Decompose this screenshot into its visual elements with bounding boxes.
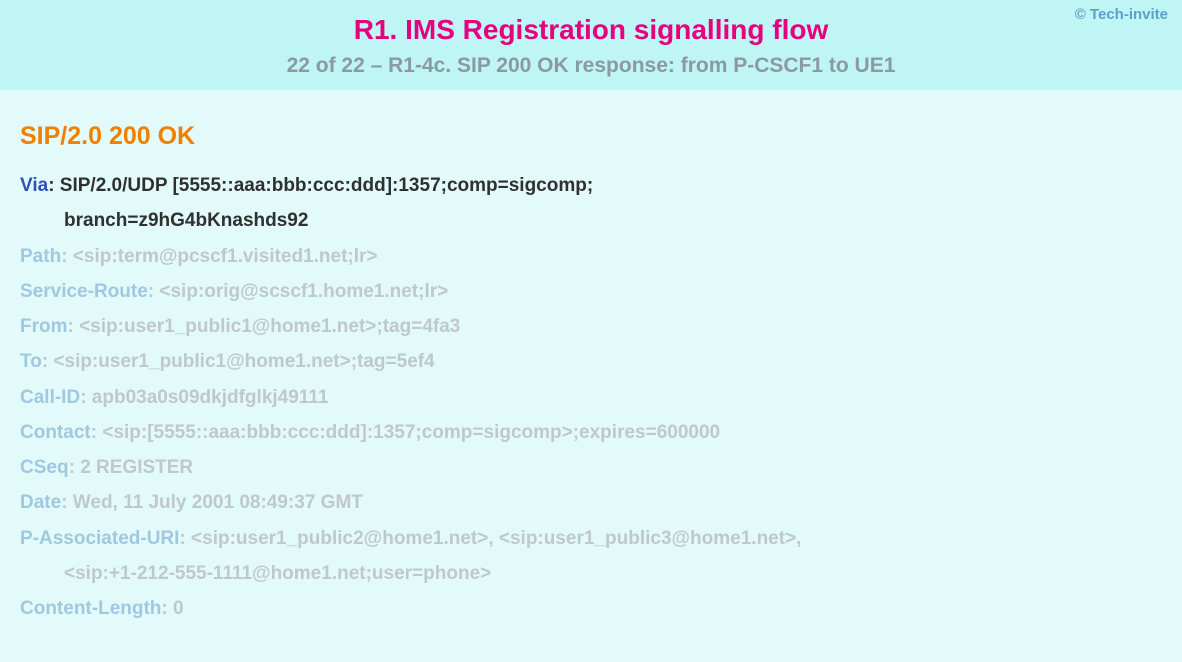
sip-header-separator: : xyxy=(148,281,160,302)
sip-header-name: Contact xyxy=(20,422,91,443)
sip-header-separator: : xyxy=(80,387,92,408)
copyright-label: © Tech-invite xyxy=(1075,6,1168,23)
sip-header-separator: : xyxy=(48,175,60,196)
sip-header-line: From: <sip:user1_public1@home1.net>;tag=… xyxy=(20,310,1162,343)
sip-header-line: Call-ID: apb03a0s09dkjdfglkj49111 xyxy=(20,381,1162,414)
sip-header-name: To xyxy=(20,351,42,372)
sip-header-line: P-Associated-URI: <sip:user1_public2@hom… xyxy=(20,522,1162,555)
sip-header-value: <sip:term@pcscf1.visited1.net;lr> xyxy=(73,246,378,267)
sip-header-line: Content-Length: 0 xyxy=(20,592,1162,625)
sip-header-line: Via: SIP/2.0/UDP [5555::aaa:bbb:ccc:ddd]… xyxy=(20,169,1162,202)
sip-header-name: P-Associated-URI xyxy=(20,528,179,549)
sip-status-line: SIP/2.0 200 OK xyxy=(20,122,1162,151)
sip-headers-list: Via: SIP/2.0/UDP [5555::aaa:bbb:ccc:ddd]… xyxy=(20,169,1162,625)
sip-header-value: 0 xyxy=(173,598,184,619)
sip-header-line: Contact: <sip:[5555::aaa:bbb:ccc:ddd]:13… xyxy=(20,416,1162,449)
sip-header-separator: : xyxy=(161,598,173,619)
sip-header-value: <sip:user1_public2@home1.net>, <sip:user… xyxy=(191,528,801,549)
sip-header-value: <sip:orig@scscf1.home1.net;lr> xyxy=(159,281,448,302)
sip-header-value: <sip:[5555::aaa:bbb:ccc:ddd]:1357;comp=s… xyxy=(102,422,720,443)
sip-header-separator: : xyxy=(68,316,80,337)
sip-header-value: <sip:user1_public1@home1.net>;tag=5ef4 xyxy=(53,351,434,372)
sip-header-value: <sip:+1-212-555-1111@home1.net;user=phon… xyxy=(64,563,491,584)
sip-header-name: Date xyxy=(20,492,61,513)
header-bar: © Tech-invite R1. IMS Registration signa… xyxy=(0,0,1182,90)
sip-header-separator: : xyxy=(91,422,103,443)
sip-header-name: Call-ID xyxy=(20,387,80,408)
sip-header-value: <sip:user1_public1@home1.net>;tag=4fa3 xyxy=(79,316,460,337)
sip-header-name: Content-Length xyxy=(20,598,161,619)
sip-header-value: apb03a0s09dkjdfglkj49111 xyxy=(92,387,329,408)
page-subtitle: 22 of 22 – R1-4c. SIP 200 OK response: f… xyxy=(18,54,1164,78)
page-title: R1. IMS Registration signalling flow xyxy=(18,14,1164,46)
sip-header-line: CSeq: 2 REGISTER xyxy=(20,451,1162,484)
sip-message-content: SIP/2.0 200 OK Via: SIP/2.0/UDP [5555::a… xyxy=(0,90,1182,647)
sip-header-value: branch=z9hG4bKnashds92 xyxy=(64,210,308,231)
sip-header-line: branch=z9hG4bKnashds92 xyxy=(20,204,1162,237)
sip-header-separator: : xyxy=(42,351,54,372)
sip-header-name: Via xyxy=(20,175,48,196)
sip-header-name: Path xyxy=(20,246,61,267)
sip-header-name: From xyxy=(20,316,68,337)
sip-header-separator: : xyxy=(61,492,73,513)
sip-header-separator: : xyxy=(69,457,81,478)
sip-header-name: Service-Route xyxy=(20,281,148,302)
sip-header-value: SIP/2.0/UDP [5555::aaa:bbb:ccc:ddd]:1357… xyxy=(60,175,593,196)
sip-header-line: Service-Route: <sip:orig@scscf1.home1.ne… xyxy=(20,275,1162,308)
sip-header-line: To: <sip:user1_public1@home1.net>;tag=5e… xyxy=(20,345,1162,378)
sip-header-name: CSeq xyxy=(20,457,69,478)
sip-header-line: Path: <sip:term@pcscf1.visited1.net;lr> xyxy=(20,240,1162,273)
sip-header-line: <sip:+1-212-555-1111@home1.net;user=phon… xyxy=(20,557,1162,590)
sip-header-separator: : xyxy=(61,246,73,267)
sip-header-value: 2 REGISTER xyxy=(80,457,193,478)
sip-header-value: Wed, 11 July 2001 08:49:37 GMT xyxy=(73,492,363,513)
sip-header-separator: : xyxy=(179,528,191,549)
sip-header-line: Date: Wed, 11 July 2001 08:49:37 GMT xyxy=(20,486,1162,519)
